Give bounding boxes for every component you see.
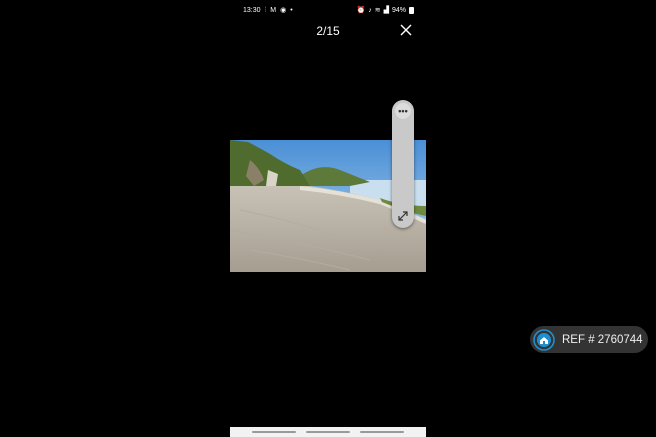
status-left: 13:30 ⫶ M ◉ • <box>230 7 293 14</box>
alarm-icon: ⏰ <box>356 6 366 14</box>
more-icon: ••• <box>398 106 408 116</box>
side-control-panel: ••• <box>392 100 414 228</box>
dot-icon: • <box>290 6 293 14</box>
bottom-navigation-strip[interactable] <box>230 427 426 437</box>
status-time: 13:30 <box>243 6 261 14</box>
battery-text: 94% <box>391 6 406 14</box>
status-bar: 13:30 ⫶ M ◉ • ⏰ ♪ ≋ ▟ 94% <box>230 2 426 18</box>
close-icon <box>400 24 412 36</box>
image-counter: 2/15 <box>316 24 340 38</box>
close-button[interactable] <box>398 22 414 38</box>
expand-button[interactable] <box>395 208 411 224</box>
strip-handle-right <box>360 431 404 433</box>
more-options-button[interactable]: ••• <box>395 103 411 119</box>
home-logo-icon <box>533 328 555 351</box>
wifi-icon: ≋ <box>374 6 381 14</box>
reference-badge: REF # 2760744 <box>530 326 648 353</box>
strip-handle-center <box>306 431 350 433</box>
gmail-icon: M <box>270 6 277 14</box>
signal-icon: ▟ <box>383 6 389 14</box>
mute-icon: ♪ <box>368 6 372 14</box>
strip-handle-left <box>252 431 296 433</box>
reference-number: REF # 2760744 <box>562 333 643 346</box>
expand-icon <box>398 211 408 221</box>
status-right: ⏰ ♪ ≋ ▟ 94% <box>356 6 427 14</box>
messenger-icon: ◉ <box>280 6 287 14</box>
notification-icon: ⫶ <box>264 6 267 14</box>
battery-icon <box>409 6 414 14</box>
